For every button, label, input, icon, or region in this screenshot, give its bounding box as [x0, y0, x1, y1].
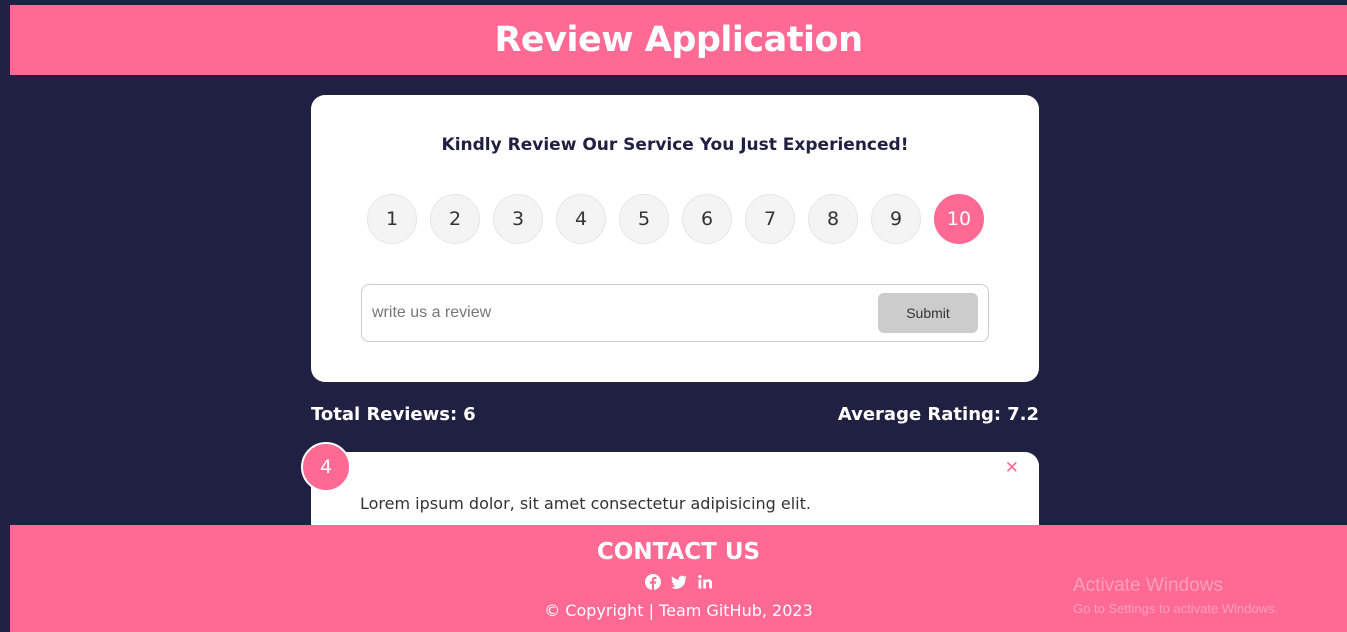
review-prompt-heading: Kindly Review Our Service You Just Exper…	[441, 135, 909, 155]
review-text-input[interactable]	[372, 304, 878, 322]
review-rating-badge: 4	[301, 442, 351, 492]
average-rating: Average Rating: 7.2	[838, 404, 1039, 425]
rating-option-7[interactable]: 7	[745, 194, 795, 244]
contact-us-heading: CONTACT US	[596, 539, 761, 565]
watermark-subtitle: Go to Settings to activate Windows.	[1073, 601, 1279, 616]
review-input-group: Submit	[361, 284, 989, 342]
watermark-title: Activate Windows	[1073, 575, 1223, 596]
total-reviews-label: Total Reviews:	[311, 404, 458, 425]
linkedin-icon[interactable]	[697, 574, 713, 590]
rating-option-4[interactable]: 4	[556, 194, 606, 244]
review-form-card: Kindly Review Our Service You Just Exper…	[311, 95, 1039, 382]
rating-option-8[interactable]: 8	[808, 194, 858, 244]
twitter-icon[interactable]	[670, 574, 687, 590]
rating-option-2[interactable]: 2	[430, 194, 480, 244]
submit-button[interactable]: Submit	[878, 293, 978, 333]
rating-option-1[interactable]: 1	[367, 194, 417, 244]
rating-option-5[interactable]: 5	[619, 194, 669, 244]
rating-selector: 1 2 3 4 5 6 7 8 9 10	[367, 194, 984, 244]
rating-option-6[interactable]: 6	[682, 194, 732, 244]
rating-option-9[interactable]: 9	[871, 194, 921, 244]
app-page: Review Application Kindly Review Our Ser…	[0, 0, 1347, 632]
average-rating-value: 7.2	[1007, 404, 1039, 425]
average-rating-label: Average Rating:	[837, 404, 1002, 425]
app-footer: CONTACT US © Copyright | Team GitHub, 20…	[10, 525, 1347, 632]
facebook-icon[interactable]	[644, 574, 661, 590]
app-title: Review Application	[494, 20, 863, 60]
delete-review-button[interactable]: ✕	[1005, 458, 1019, 478]
app-header: Review Application	[10, 5, 1347, 75]
rating-option-10[interactable]: 10	[934, 194, 984, 244]
total-reviews: Total Reviews: 6	[311, 404, 476, 425]
total-reviews-value: 6	[463, 404, 476, 425]
review-text: Lorem ipsum dolor, sit amet consectetur …	[360, 494, 811, 513]
review-stats: Total Reviews: 6 Average Rating: 7.2	[311, 404, 1039, 425]
rating-option-3[interactable]: 3	[493, 194, 543, 244]
activate-windows-watermark: Activate Windows Go to Settings to activ…	[1073, 575, 1278, 616]
